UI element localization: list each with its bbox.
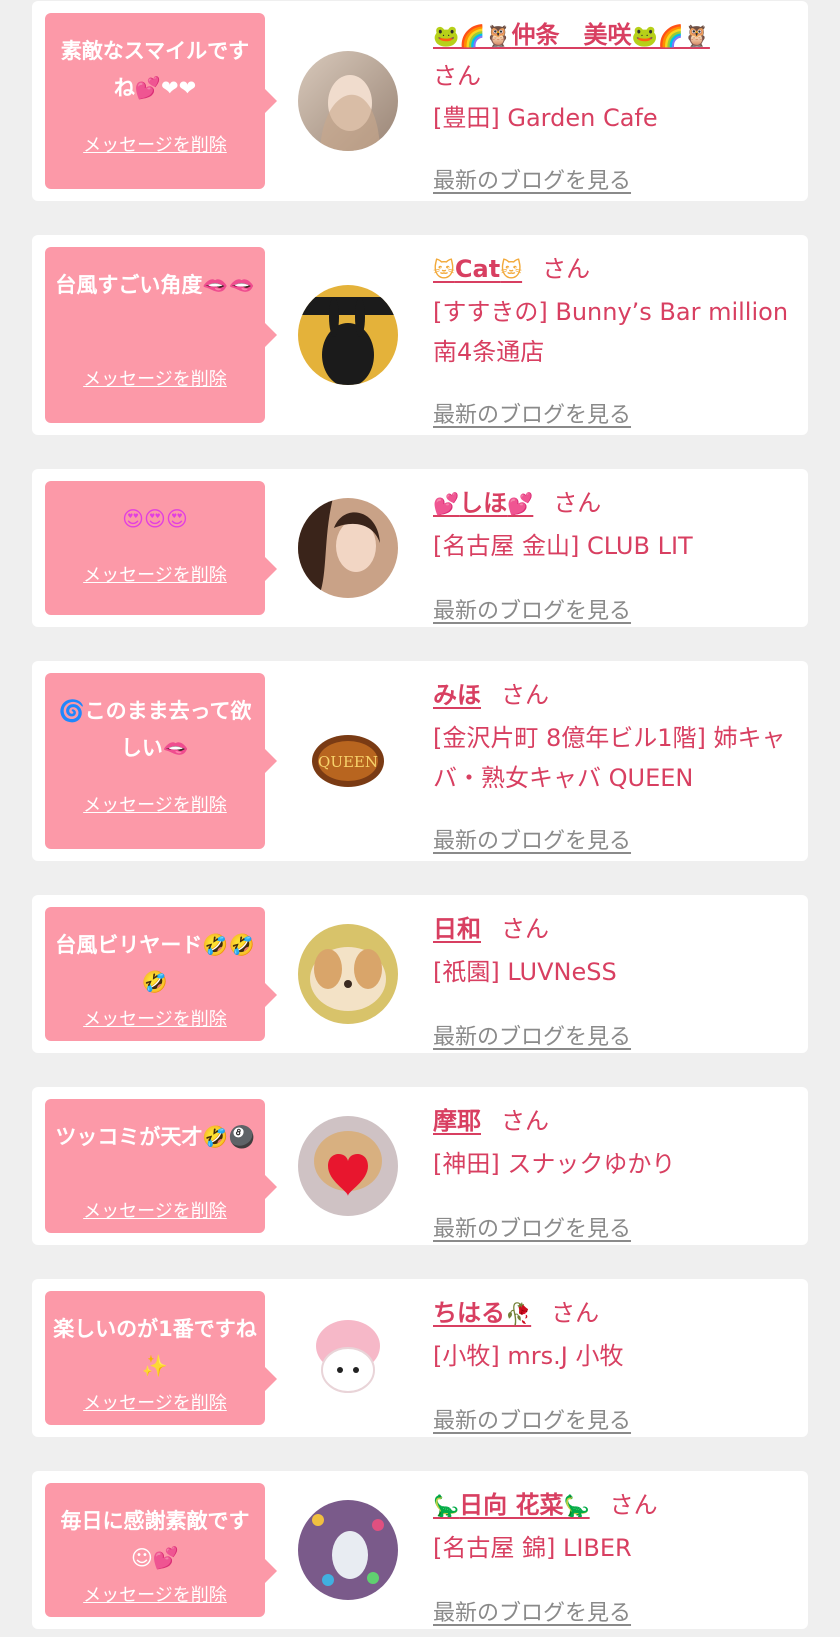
avatar[interactable]: [298, 1308, 398, 1408]
view-blog-link[interactable]: 最新のブログを見る: [433, 1595, 631, 1627]
shop-name: [神田] スナックゆかり: [433, 1150, 676, 1178]
name-line: 💕しほ💕 さん: [433, 483, 793, 524]
delete-message-link[interactable]: メッセージを削除: [45, 1005, 265, 1031]
message-card: ツッコミが天才🤣🎱 メッセージを削除 摩耶 さん [神田] スナックゆかり 最新の…: [32, 1087, 808, 1245]
message-text: 🌀このまま去って欲しい🫦: [58, 699, 252, 760]
message-bubble: 毎日に感謝素敵です☺💕 メッセージを削除: [45, 1483, 277, 1617]
message-card: 台風ビリヤード🤣🤣🤣 メッセージを削除 日和 さん [祇園] LUVNeSS 最新…: [32, 895, 808, 1053]
shop-name: [すすきの] Bunny’s Bar million 南4条通店: [433, 298, 789, 366]
view-blog-link[interactable]: 最新のブログを見る: [433, 1403, 631, 1435]
avatar[interactable]: QUEEN: [298, 711, 398, 811]
message-bubble: 素敵なスマイルですね💕❤❤ メッセージを削除: [45, 13, 277, 189]
name-line: みほ さん: [433, 675, 793, 716]
san-label: さん: [609, 1491, 658, 1519]
message-text: ツッコミが天才🤣🎱: [55, 1125, 255, 1149]
view-blog-link[interactable]: 最新のブログを見る: [433, 823, 631, 855]
name-line: ちはる🥀 さん: [433, 1293, 793, 1334]
shop-name: [名古屋 錦] LIBER: [433, 1534, 632, 1562]
shop-name: [名古屋 金山] CLUB LIT: [433, 532, 693, 560]
name-line: 🐸🌈🦉仲条 美咲🐸🌈🦉: [433, 15, 793, 56]
san-label: さん: [553, 489, 602, 517]
avatar[interactable]: [298, 498, 398, 598]
message-bubble: 🌀このまま去って欲しい🫦 メッセージを削除: [45, 673, 277, 849]
shop-name: [祇園] LUVNeSS: [433, 958, 617, 986]
delete-message-link[interactable]: メッセージを削除: [45, 791, 265, 817]
message-card: 楽しいのが1番ですね✨ メッセージを削除 ちはる🥀 さん [小牧] mrs.J 小…: [32, 1279, 808, 1437]
profile-name-link[interactable]: ちはる🥀: [433, 1299, 531, 1327]
profile-name-link[interactable]: 🐸🌈🦉仲条 美咲🐸🌈🦉: [433, 21, 710, 49]
profile-name-link[interactable]: 日和: [433, 915, 481, 943]
message-card: 😍😍😍 メッセージを削除 💕しほ💕 さん [名古屋 金山] CLUB LIT 最新…: [32, 469, 808, 627]
san-label: さん: [501, 681, 549, 709]
name-line: 日和 さん: [433, 909, 793, 950]
message-card: 素敵なスマイルですね💕❤❤ メッセージを削除 🐸🌈🦉仲条 美咲🐸🌈🦉 さん [豊…: [32, 1, 808, 201]
message-list: 素敵なスマイルですね💕❤❤ メッセージを削除 🐸🌈🦉仲条 美咲🐸🌈🦉 さん [豊…: [0, 0, 840, 1629]
name-line: 摩耶 さん: [433, 1101, 793, 1142]
profile-name-link[interactable]: 🐱Cat🐱: [433, 255, 522, 283]
name-line: 🦕日向 花菜🦕 さん: [433, 1485, 793, 1526]
san-label: さん: [551, 1299, 600, 1327]
profile-name-link[interactable]: 💕しほ💕: [433, 489, 533, 517]
name-line: 🐱Cat🐱 さん: [433, 249, 793, 290]
view-blog-link[interactable]: 最新のブログを見る: [433, 397, 631, 429]
message-text: 😍😍😍: [122, 507, 188, 531]
delete-message-link[interactable]: メッセージを削除: [45, 131, 265, 157]
shop-name: [小牧] mrs.J 小牧: [433, 1342, 624, 1370]
message-card: 🌀このまま去って欲しい🫦 メッセージを削除 QUEEN みほ さん [金沢片町 8…: [32, 661, 808, 861]
san-label: さん: [501, 1107, 549, 1135]
delete-message-link[interactable]: メッセージを削除: [45, 1389, 265, 1415]
message-text: 毎日に感謝素敵です☺💕: [60, 1509, 250, 1570]
view-blog-link[interactable]: 最新のブログを見る: [433, 593, 631, 625]
san-label: さん: [501, 915, 549, 943]
delete-message-link[interactable]: メッセージを削除: [45, 1581, 265, 1607]
message-text: 楽しいのが1番ですね✨: [53, 1317, 257, 1378]
message-card: 毎日に感謝素敵です☺💕 メッセージを削除 🦕日向 花菜🦕 さん [名古屋 錦] L…: [32, 1471, 808, 1629]
shop-name: [豊田] Garden Cafe: [433, 104, 658, 132]
message-text: 素敵なスマイルですね💕❤❤: [60, 39, 250, 100]
message-text: 台風すごい角度🫦🫦: [55, 273, 255, 297]
shop-name: [金沢片町 8億年ビル1階] 姉キャバ・熟女キャバ QUEEN: [433, 724, 786, 792]
avatar[interactable]: [298, 285, 398, 385]
san-label: さん: [542, 255, 591, 283]
profile-name-link[interactable]: みほ: [433, 681, 481, 709]
avatar[interactable]: [298, 1500, 398, 1600]
avatar[interactable]: [298, 1116, 398, 1216]
svg-text:QUEEN: QUEEN: [318, 753, 378, 771]
profile-name-link[interactable]: 摩耶: [433, 1107, 481, 1135]
avatar[interactable]: [298, 924, 398, 1024]
message-bubble: ツッコミが天才🤣🎱 メッセージを削除: [45, 1099, 277, 1233]
message-bubble: 台風すごい角度🫦🫦 メッセージを削除: [45, 247, 277, 423]
message-text: 台風ビリヤード🤣🤣🤣: [55, 933, 255, 994]
message-bubble: 楽しいのが1番ですね✨ メッセージを削除: [45, 1291, 277, 1425]
view-blog-link[interactable]: 最新のブログを見る: [433, 163, 631, 195]
profile-name-link[interactable]: 🦕日向 花菜🦕: [433, 1491, 590, 1519]
delete-message-link[interactable]: メッセージを削除: [45, 365, 265, 391]
view-blog-link[interactable]: 最新のブログを見る: [433, 1211, 631, 1243]
view-blog-link[interactable]: 最新のブログを見る: [433, 1019, 631, 1051]
delete-message-link[interactable]: メッセージを削除: [45, 1197, 265, 1223]
message-bubble: 😍😍😍 メッセージを削除: [45, 481, 277, 615]
message-card: 台風すごい角度🫦🫦 メッセージを削除 🐱Cat🐱 さん [すすきの] Bunny’…: [32, 235, 808, 435]
delete-message-link[interactable]: メッセージを削除: [45, 561, 265, 587]
message-bubble: 台風ビリヤード🤣🤣🤣 メッセージを削除: [45, 907, 277, 1041]
avatar[interactable]: [298, 51, 398, 151]
san-label: さん: [433, 62, 481, 90]
